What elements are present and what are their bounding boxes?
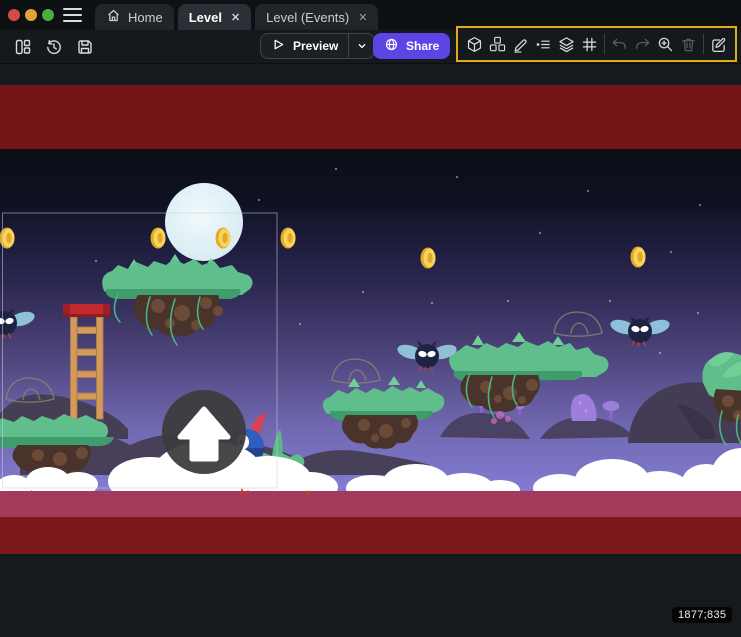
home-icon xyxy=(106,8,121,26)
hamburger-menu-icon[interactable] xyxy=(63,8,82,22)
tab-level-events[interactable]: Level (Events) ✕ xyxy=(255,4,378,30)
ground-band xyxy=(0,491,741,517)
tab-label: Home xyxy=(128,10,163,25)
share-button[interactable]: Share xyxy=(373,33,450,59)
preview-label: Preview xyxy=(293,39,338,53)
edit-scene-icon[interactable] xyxy=(707,31,730,57)
tab-level[interactable]: Level ✕ xyxy=(178,4,251,30)
close-tab-icon[interactable]: ✕ xyxy=(356,11,367,24)
layers-icon[interactable] xyxy=(555,31,578,57)
tab-label: Level xyxy=(189,10,222,25)
minimize-window-button[interactable] xyxy=(25,9,37,21)
tab-strip: Home Level ✕ Level (Events) ✕ xyxy=(95,4,378,30)
up-arrow-touch-button[interactable] xyxy=(162,390,246,474)
instances-list-icon[interactable] xyxy=(532,31,555,57)
save-icon[interactable] xyxy=(74,36,96,58)
toolbar-divider xyxy=(703,34,704,54)
tab-label: Level (Events) xyxy=(266,10,349,25)
edit-properties-icon[interactable] xyxy=(509,31,532,57)
project-manager-icon[interactable] xyxy=(12,36,34,58)
zoom-window-button[interactable] xyxy=(42,9,54,21)
play-icon xyxy=(271,37,286,55)
objects-panel-icon[interactable] xyxy=(463,31,486,57)
scene-top-band xyxy=(0,85,741,149)
delete-icon xyxy=(677,31,700,57)
scene-canvas[interactable] xyxy=(0,149,741,554)
toolbar-divider xyxy=(604,34,605,54)
undo-icon xyxy=(608,31,631,57)
object-groups-icon[interactable] xyxy=(486,31,509,57)
preview-button[interactable]: Preview xyxy=(260,33,375,59)
chevron-down-icon[interactable] xyxy=(349,34,374,58)
close-tab-icon[interactable]: ✕ xyxy=(229,11,240,24)
history-icon[interactable] xyxy=(43,36,65,58)
cursor-coordinates-badge: 1877;835 xyxy=(672,607,732,623)
tab-home[interactable]: Home xyxy=(95,4,174,30)
moon[interactable] xyxy=(165,183,243,261)
close-window-button[interactable] xyxy=(8,9,20,21)
share-label: Share xyxy=(406,39,439,53)
scene-editor-canvas-area: 1877;835 xyxy=(0,63,741,637)
redo-icon xyxy=(631,31,654,57)
ground-base xyxy=(0,517,741,554)
scene-editor-toolbar xyxy=(456,26,737,62)
grid-icon[interactable] xyxy=(578,31,601,57)
traffic-lights xyxy=(8,9,54,21)
toolbar-left-group xyxy=(12,30,96,63)
gdevelop-window: Home Level ✕ Level (Events) ✕ xyxy=(0,0,741,637)
globe-icon xyxy=(384,37,399,55)
zoom-in-icon[interactable] xyxy=(654,31,677,57)
